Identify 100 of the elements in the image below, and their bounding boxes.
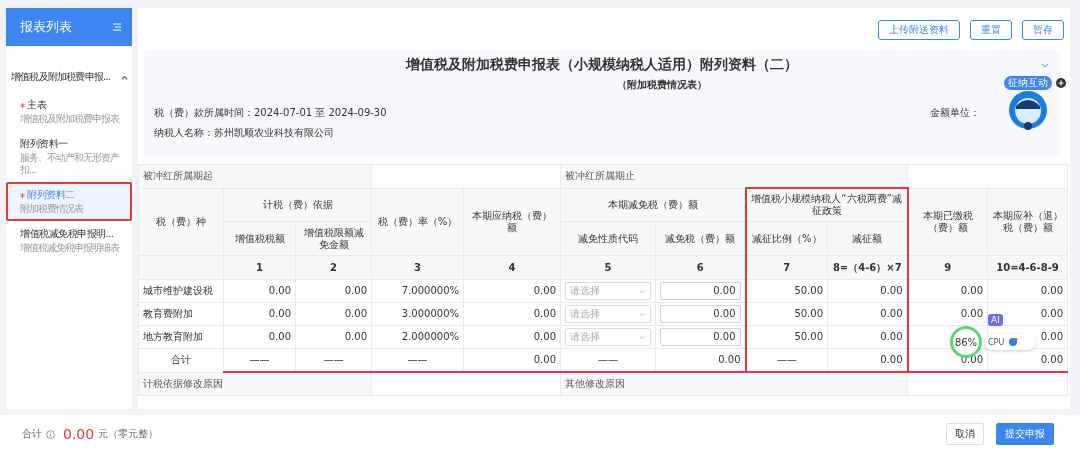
table-cell: —— (776, 354, 797, 365)
column-header: 增值税税额 (223, 221, 296, 256)
row-label: 地方教育附加 (138, 325, 224, 349)
toolbar-button[interactable]: 上传附送资料 (878, 20, 960, 40)
column-header: 计税（费）依据 (223, 188, 372, 222)
item-label: 增值税减免税申报明... (20, 227, 114, 241)
column-number: 3 (371, 255, 464, 280)
relief-amount-field[interactable]: 0.00 (660, 282, 741, 300)
total-amount: 0.00 (63, 426, 95, 442)
row-label: 教育费附加 (138, 302, 224, 326)
item-subtitle: 服务、不动产和无形资产扣... (20, 152, 121, 176)
column-number: 6 (655, 255, 746, 280)
column-header: 本期减免税（费）额 (560, 188, 746, 222)
table-cell: 0.00 (533, 308, 556, 319)
column-header: 本期应补（退）税（费）额 (987, 188, 1068, 256)
taxpayer-name: 纳税人名称：苏州凯顺农业科技有限公司 (154, 126, 335, 140)
column-header: 税（费）种 (138, 188, 224, 256)
table-cell: 7.000000% (401, 285, 459, 296)
table-cell: 其他修改原因 (560, 372, 908, 396)
table-cell: 0.00 (268, 331, 291, 342)
column-header: 本期已缴税（费）额 (907, 188, 988, 256)
column-header: 减征额 (827, 221, 908, 256)
item-subtitle: 增值税及附加税费申报表 (20, 113, 121, 125)
add-icon[interactable] (1056, 78, 1066, 88)
table-cell: 50.00 (794, 331, 823, 342)
column-header: 减免税（费）额 (655, 221, 746, 256)
cpu-label: CPU (988, 337, 1005, 347)
sidebar-item[interactable]: 附列资料二 附加税费情况表 (6, 182, 132, 221)
relief-amount-field[interactable]: 0.00 (660, 328, 741, 346)
table-cell: 0.00 (533, 354, 556, 365)
table-cell: 50.00 (794, 285, 823, 296)
table-cell: 0.00 (960, 308, 983, 319)
column-header: 增值税限额减免金额 (295, 221, 372, 256)
ai-badge[interactable]: AI (988, 314, 1003, 326)
table-cell: 0.00 (718, 354, 741, 365)
tax-period: 税（费）款所属时间：2024-07-01 至 2024-09-30 (154, 106, 387, 120)
item-subtitle: 增值税减免税申报明细表 (20, 242, 121, 254)
table-cell: —— (407, 354, 428, 365)
assistant-avatar[interactable] (1008, 90, 1048, 130)
total-label: 合计 (22, 427, 42, 441)
table-cell: 0.00 (344, 285, 367, 296)
column-header: 增值税小规模纳税人“六税两费”减征政策 (745, 188, 908, 222)
table-cell: 3.000000% (401, 308, 459, 319)
toolbar-button[interactable]: 重置 (970, 20, 1012, 40)
table-cell: 被冲红所属期起 (138, 164, 372, 188)
assistant-badge[interactable]: 征纳互动 (1004, 76, 1052, 90)
dropdown-icon (638, 287, 646, 295)
footer-button[interactable]: 提交申报 (996, 423, 1054, 445)
table-cell: 0.00 (960, 285, 983, 296)
table-cell: —— (598, 354, 618, 365)
column-header: 本期应纳税（费）额 (463, 188, 561, 256)
dropdown-icon (638, 333, 646, 341)
table-cell: 0.00 (533, 285, 556, 296)
amount-unit-label: 金额单位： (930, 106, 980, 120)
table-cell: —— (323, 354, 344, 365)
form-title: 增值税及附加税费申报表（小规模纳税人适用）附列资料（二） (406, 56, 798, 74)
table-cell: 0.00 (880, 354, 903, 365)
item-label: 附列资料二 (27, 188, 75, 202)
table-cell: 0.00 (880, 308, 903, 319)
relief-code-select[interactable]: 请选择 (565, 328, 651, 346)
table-cell: 2.000000% (401, 331, 459, 342)
item-subtitle: 附加税费情况表 (20, 203, 85, 215)
item-label: 附列资料一 (20, 137, 68, 151)
sidebar-item[interactable]: 附列资料一 服务、不动产和无形资产扣... (6, 131, 132, 182)
table-cell: —— (249, 354, 270, 365)
relief-amount-field[interactable]: 0.00 (660, 305, 741, 323)
table-cell: 0.00 (268, 285, 291, 296)
row-label: 城市维护建设税 (138, 279, 224, 303)
table-cell: 0.00 (344, 308, 367, 319)
table-cell: 0.00 (880, 331, 903, 342)
table-cell: 被冲红所属期止 (560, 164, 908, 188)
sidebar-item[interactable]: 增值税减免税申报明... 增值税减免税申报明细表 (6, 221, 132, 260)
relief-code-select[interactable]: 请选择 (565, 305, 651, 323)
sidebar-item[interactable]: 主表 增值税及附加税费申报表 (6, 92, 132, 131)
group-label[interactable]: 增值税及附加税费申报... (11, 70, 111, 84)
amount-in-words: 元（零元整） (98, 427, 159, 441)
table-cell: 0.00 (344, 331, 367, 342)
dropdown-icon (638, 310, 646, 318)
row-label: 合计 (138, 348, 224, 372)
table-cell: 计税依据修改原因 (138, 372, 372, 396)
table-cell: 0.00 (533, 331, 556, 342)
table-cell: 0.00 (1040, 354, 1063, 365)
column-header: 减征比例（%） (745, 221, 828, 256)
table-cell: 50.00 (794, 308, 823, 319)
column-number: 4 (463, 255, 561, 280)
form-subtitle: （附加税费情况表） (617, 78, 707, 92)
table-cell: 0.00 (1040, 331, 1063, 342)
item-label: 主表 (27, 98, 46, 112)
sidebar-title: 报表列表 (20, 18, 72, 36)
column-header: 税（费）率（%） (371, 188, 464, 256)
table-cell: 0.00 (1040, 308, 1063, 319)
table-cell: 0.00 (268, 308, 291, 319)
column-number: 5 (560, 255, 656, 280)
footer-button[interactable]: 取消 (946, 423, 984, 445)
column-number: 7 (745, 255, 828, 280)
table-cell: 0.00 (1040, 285, 1063, 296)
column-header: 减免性质代码 (560, 221, 656, 256)
toolbar-button[interactable]: 暂存 (1022, 20, 1064, 40)
relief-code-select[interactable]: 请选择 (565, 282, 651, 300)
table-cell: 0.00 (880, 285, 903, 296)
